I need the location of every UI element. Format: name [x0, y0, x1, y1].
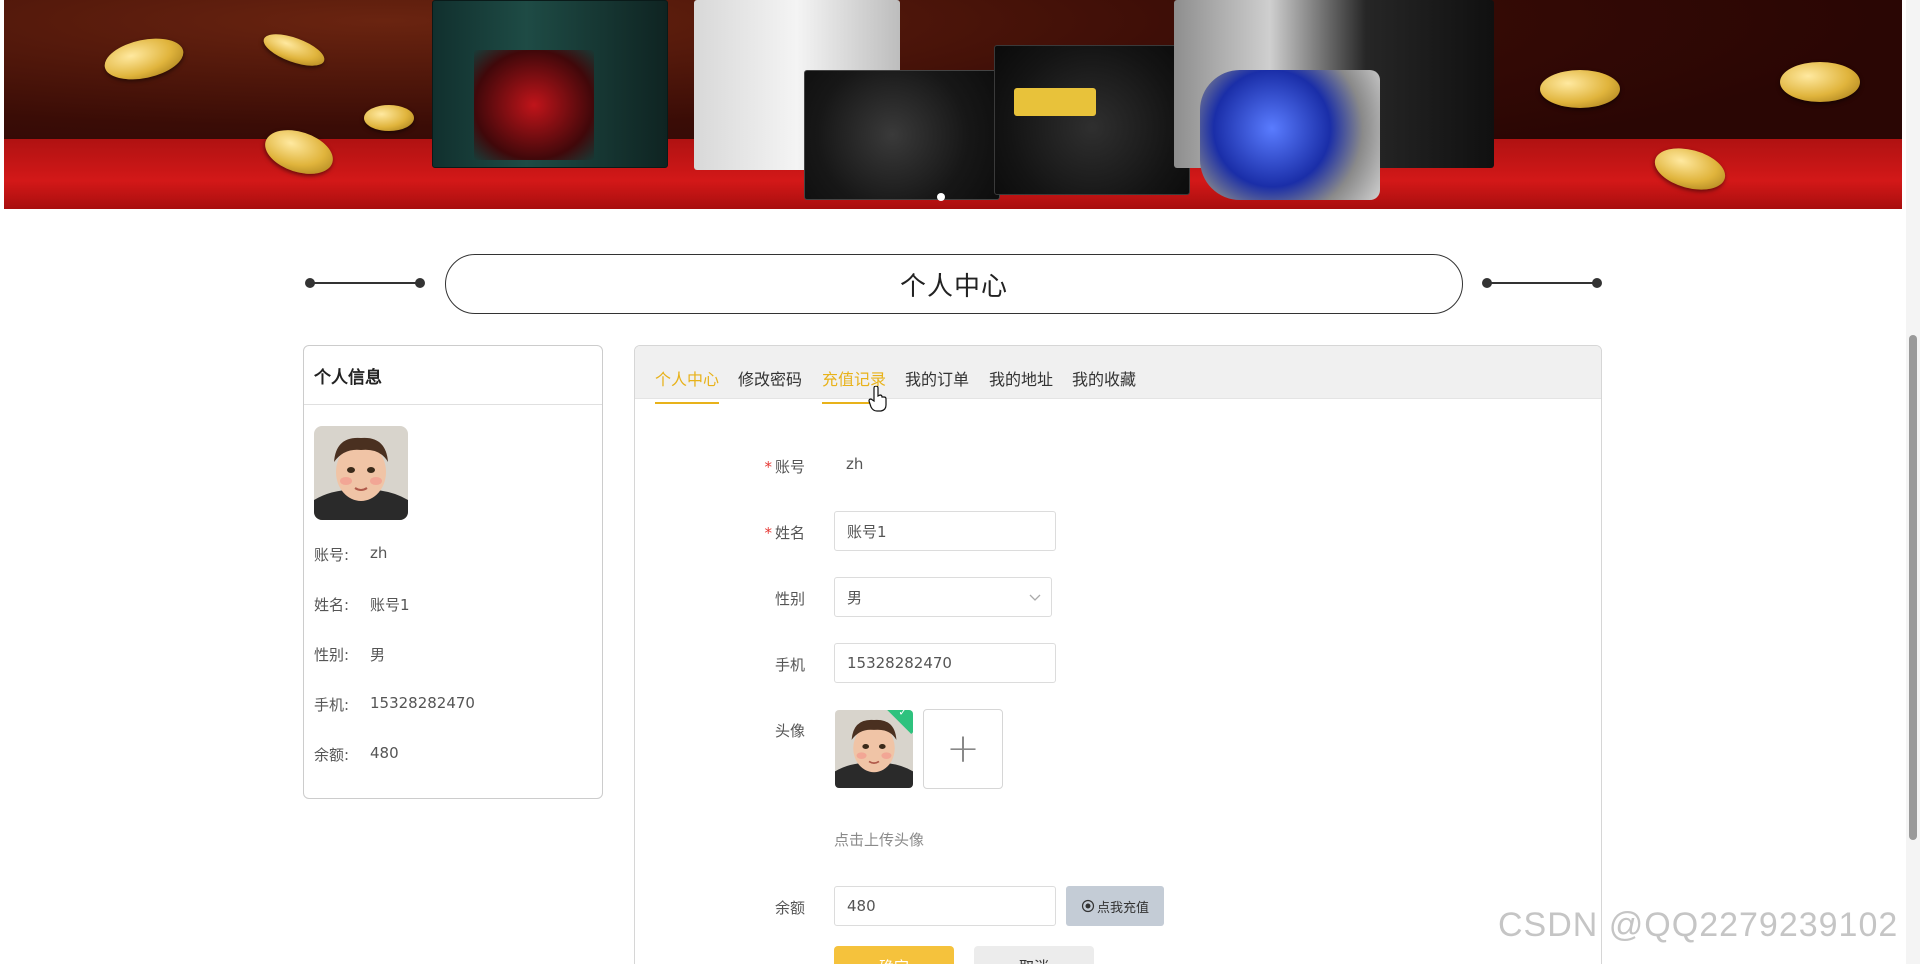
- profile-form-panel: 个人中心 修改密码 充值记录 我的订单 我的地址 我的收藏 * 账号 zh * 姓名…: [634, 345, 1602, 964]
- tab-personal-center[interactable]: 个人中心: [655, 366, 720, 404]
- page-scrollbar[interactable]: [1906, 0, 1920, 964]
- page: 个人中心 个人信息 账号: zh 姓名: 账号1 性别: 男 手机: 15328…: [0, 0, 1920, 964]
- profile-row-balance: 余额: 480: [314, 744, 399, 765]
- row-label: 余额:: [314, 746, 350, 764]
- decor-dot: [1592, 278, 1602, 288]
- phone-label: 手机: [774, 656, 805, 674]
- coin-decoration: [259, 27, 329, 73]
- upload-hint: 点击上传头像: [834, 831, 925, 849]
- row-label: 手机:: [314, 696, 350, 714]
- decor-line: [310, 282, 420, 284]
- tab-my-orders[interactable]: 我的订单: [905, 366, 969, 402]
- decor-line: [1487, 282, 1597, 284]
- uploaded-avatar-thumb[interactable]: ✓: [835, 710, 913, 788]
- avatar-label: 头像: [774, 722, 805, 740]
- chevron-down-icon: [1029, 594, 1041, 601]
- name-label-text: 姓名: [774, 524, 805, 542]
- psu-label: [1014, 88, 1096, 116]
- avatar-image: [314, 426, 408, 520]
- tab-my-address[interactable]: 我的地址: [989, 366, 1053, 402]
- name-label: * 姓名: [725, 522, 805, 543]
- hand-cursor-icon: [868, 386, 887, 412]
- balance-field[interactable]: 480: [834, 886, 1056, 926]
- profile-info-card: 个人信息 账号: zh 姓名: 账号1 性别: 男 手机: 1532828247…: [303, 345, 603, 799]
- coin-decoration: [1780, 62, 1860, 102]
- row-label: 账号:: [314, 546, 350, 564]
- avatar: [314, 426, 408, 520]
- carousel-indicator[interactable]: [937, 193, 945, 201]
- profile-row-account: 账号: zh: [314, 544, 387, 565]
- row-value: 15328282470: [370, 694, 475, 712]
- tab-change-password[interactable]: 修改密码: [738, 366, 802, 402]
- account-label-text: 账号: [774, 458, 805, 476]
- row-label: 性别:: [314, 646, 350, 664]
- profile-row-phone: 手机: 15328282470: [314, 694, 475, 715]
- row-label: 姓名:: [314, 596, 350, 614]
- decor-dot: [415, 278, 425, 288]
- row-value: 480: [370, 744, 399, 762]
- profile-row-gender: 性别: 男: [314, 644, 385, 665]
- submit-button[interactable]: 确定: [834, 946, 954, 964]
- required-mark: *: [764, 458, 772, 476]
- gender-label: 性别: [774, 590, 805, 608]
- coin-decoration: [1540, 70, 1620, 108]
- tab-bar: 个人中心 修改密码 充值记录 我的订单 我的地址 我的收藏: [635, 346, 1601, 404]
- radio-icon: [1081, 899, 1095, 913]
- coin-decoration: [364, 105, 414, 131]
- required-mark: *: [764, 524, 772, 542]
- power-supply-2: [994, 45, 1190, 195]
- profile-row-name: 姓名: 账号1: [314, 594, 410, 615]
- row-value: 账号1: [370, 596, 410, 614]
- account-value: zh: [846, 455, 864, 473]
- cpu-cooler: [1200, 70, 1380, 200]
- check-icon: ✓: [898, 710, 908, 719]
- profile-card-title: 个人信息: [304, 346, 602, 405]
- coin-decoration: [100, 32, 188, 86]
- gender-select-value: 男: [847, 588, 863, 607]
- balance-label: 余额: [774, 899, 805, 917]
- page-title: 个人中心: [445, 254, 1463, 314]
- watermark: CSDN @QQ2279239102: [1498, 906, 1899, 944]
- banner-carousel[interactable]: [4, 0, 1902, 209]
- cancel-button[interactable]: 取消: [974, 946, 1094, 964]
- gender-select[interactable]: 男: [834, 577, 1052, 617]
- recharge-button-label: 点我充值: [1097, 900, 1150, 916]
- name-field[interactable]: 账号1: [834, 511, 1056, 551]
- pc-case-glow: [474, 50, 594, 160]
- row-value: 男: [370, 646, 386, 664]
- recharge-button[interactable]: 点我充值: [1066, 886, 1165, 926]
- phone-field[interactable]: 15328282470: [834, 643, 1056, 683]
- row-value: zh: [370, 544, 388, 562]
- scrollbar-thumb[interactable]: [1909, 335, 1917, 840]
- tab-my-favorites[interactable]: 我的收藏: [1072, 366, 1136, 402]
- upload-add-button[interactable]: +: [923, 709, 1003, 789]
- section-title-bar: 个人中心: [0, 254, 1920, 314]
- account-label: * 账号: [725, 456, 805, 477]
- power-supply-1: [804, 70, 1000, 200]
